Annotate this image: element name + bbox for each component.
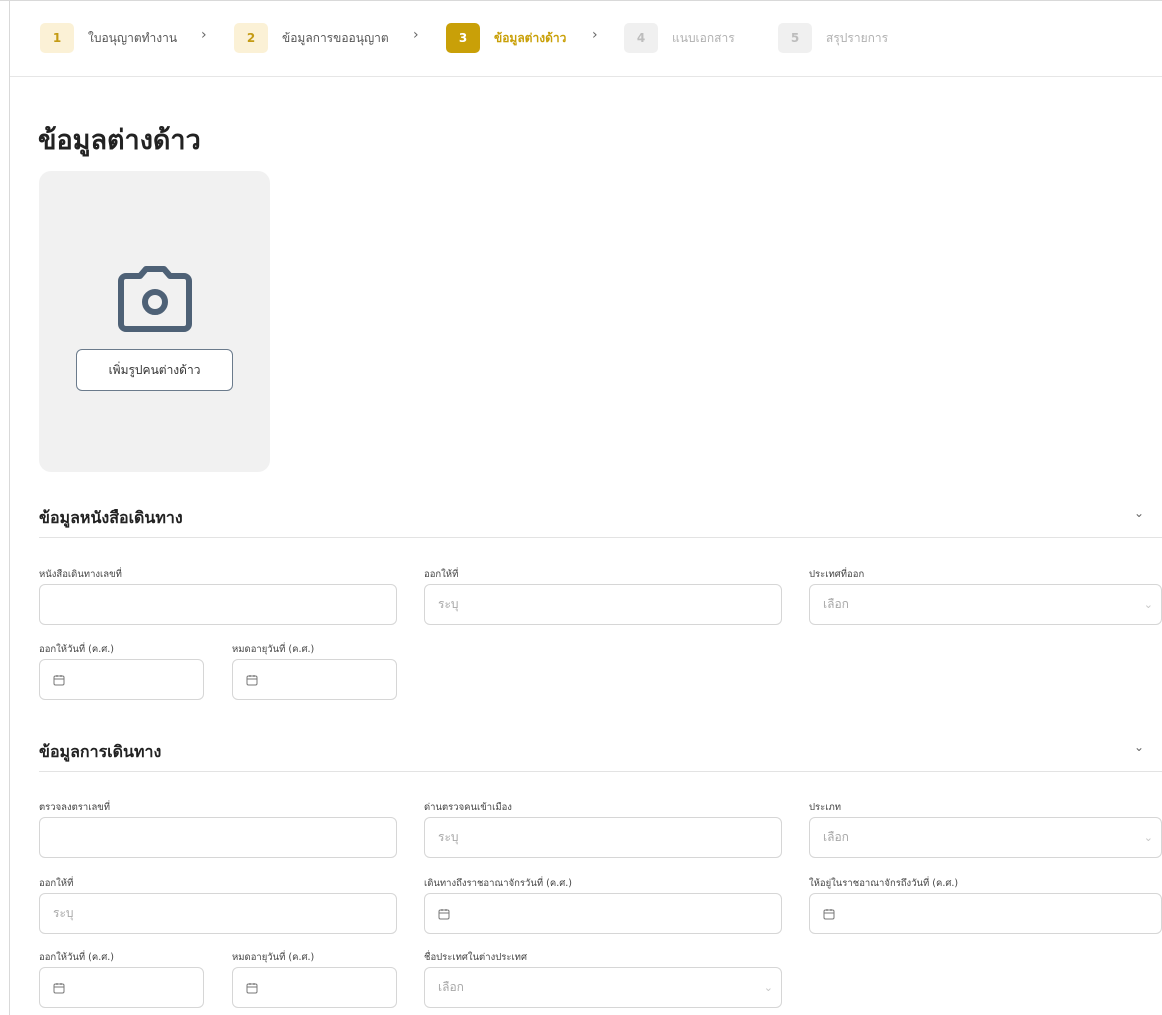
visa-issued-at-label: ออกให้ที่ [39, 878, 74, 889]
page-title: ข้อมูลต่างด้าว [38, 125, 201, 156]
visa-type-placeholder: เลือก [823, 830, 849, 844]
stay-until-label: ให้อยู่ในราชอาณาจักรถึงวันที่ (ค.ศ.) [809, 878, 959, 889]
issue-date-label: ออกให้วันที่ (ค.ศ.) [39, 644, 115, 655]
chevron-down-icon: ⌄ [763, 981, 773, 994]
stay-until-input[interactable] [809, 893, 1162, 934]
camera-icon [118, 266, 192, 332]
calendar-icon [246, 674, 258, 685]
visa-issue-date-label: ออกให้วันที่ (ค.ศ.) [39, 952, 115, 963]
chevron-down-icon[interactable]: ⌄ [1134, 740, 1144, 754]
chevron-down-icon: ⌄ [1143, 598, 1153, 611]
country-abroad-placeholder: เลือก [438, 980, 464, 994]
issued-at-input[interactable]: ระบุ [424, 584, 782, 625]
visa-expiry-date-input[interactable] [232, 967, 397, 1008]
step-4[interactable]: 4 แนบเอกสาร [624, 23, 735, 53]
arrival-date-label: เดินทางถึงราชอาณาจักรวันที่ (ค.ศ.) [424, 878, 572, 889]
step-label: แนบเอกสาร [672, 30, 735, 45]
calendar-icon [823, 908, 835, 919]
step-separator-icon: › [201, 27, 207, 43]
calendar-icon [53, 674, 65, 685]
arrival-date-input[interactable] [424, 893, 782, 934]
step-number: 4 [624, 23, 658, 53]
issuing-country-select[interactable]: เลือก ⌄ [809, 584, 1162, 625]
window-left-border [9, 0, 10, 1015]
visa-type-select[interactable]: เลือก ⌄ [809, 817, 1162, 858]
step-label: สรุปรายการ [826, 30, 889, 45]
stepper: 1 ใบอนุญาตทำงาน › 2 ข้อมูลการขออนุญาต › … [10, 1, 1162, 77]
step-label: ข้อมูลต่างด้าว [494, 30, 567, 45]
visa-issued-at-input[interactable]: ระบุ [39, 893, 397, 934]
calendar-icon [438, 908, 450, 919]
step-number: 3 [446, 23, 480, 53]
expiry-date-input[interactable] [232, 659, 397, 700]
travel-section-title: ข้อมูลการเดินทาง [39, 742, 162, 761]
step-separator-icon: › [592, 27, 598, 43]
step-number: 1 [40, 23, 74, 53]
step-label: ข้อมูลการขออนุญาต [282, 30, 389, 45]
step-separator-icon: › [413, 27, 419, 43]
step-2[interactable]: 2 ข้อมูลการขออนุญาต [234, 23, 389, 53]
chevron-down-icon: ⌄ [1143, 831, 1153, 844]
calendar-icon [53, 982, 65, 993]
country-abroad-select[interactable]: เลือก ⌄ [424, 967, 782, 1008]
step-1[interactable]: 1 ใบอนุญาตทำงาน [40, 23, 177, 53]
step-number: 5 [778, 23, 812, 53]
issuing-country-placeholder: เลือก [823, 597, 849, 611]
chevron-down-icon[interactable]: ⌄ [1134, 506, 1144, 520]
issued-at-placeholder: ระบุ [438, 597, 459, 611]
issuing-country-label: ประเทศที่ออก [809, 569, 865, 580]
visa-type-label: ประเภท [809, 802, 842, 813]
visa-expiry-date-label: หมดอายุวันที่ (ค.ศ.) [232, 952, 315, 963]
visa-issue-date-input[interactable] [39, 967, 204, 1008]
passport-section-title: ข้อมูลหนังสือเดินทาง [39, 508, 183, 527]
visa-issued-at-placeholder: ระบุ [53, 906, 74, 920]
visa-no-input[interactable] [39, 817, 397, 858]
step-number: 2 [234, 23, 268, 53]
checkpoint-placeholder: ระบุ [438, 830, 459, 844]
passport-no-input[interactable] [39, 584, 397, 625]
step-5[interactable]: 5 สรุปรายการ [778, 23, 888, 53]
step-label: ใบอนุญาตทำงาน [88, 30, 178, 45]
add-photo-button[interactable]: เพิ่มรูปคนต่างด้าว [76, 349, 233, 391]
section-divider [39, 537, 1162, 538]
issue-date-input[interactable] [39, 659, 204, 700]
issued-at-label: ออกให้ที่ [424, 569, 459, 580]
section-divider [39, 771, 1162, 772]
checkpoint-label: ด่านตรวจคนเข้าเมือง [424, 802, 512, 813]
step-3[interactable]: 3 ข้อมูลต่างด้าว [446, 23, 566, 53]
expiry-date-label: หมดอายุวันที่ (ค.ศ.) [232, 644, 315, 655]
photo-upload-area[interactable]: เพิ่มรูปคนต่างด้าว [39, 171, 270, 472]
passport-no-label: หนังสือเดินทางเลขที่ [39, 569, 122, 580]
visa-no-label: ตรวจลงตราเลขที่ [39, 802, 111, 813]
checkpoint-input[interactable]: ระบุ [424, 817, 782, 858]
calendar-icon [246, 982, 258, 993]
country-abroad-label: ชื่อประเทศในต่างประเทศ [424, 952, 527, 963]
